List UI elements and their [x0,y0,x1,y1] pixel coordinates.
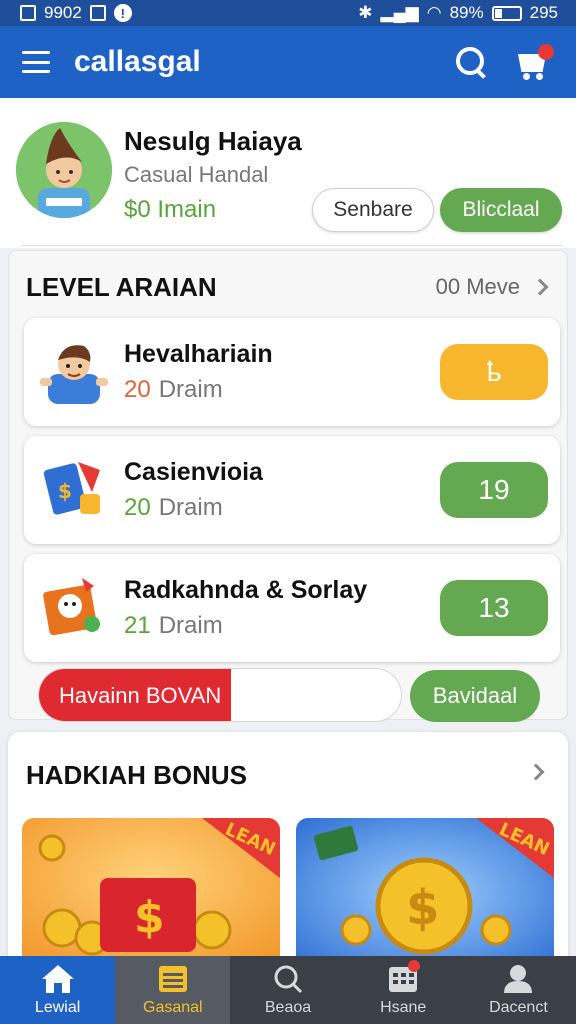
level-card-unit: Draim [158,494,223,521]
divider [22,245,562,246]
profile-name: Nesulg Haiaya [124,126,302,156]
status-number: 295 [529,3,558,22]
nav-label: Hsane [380,999,427,1016]
bonus-card[interactable]: $ LEAN [22,818,280,968]
menu-icon[interactable] [22,51,50,73]
level-card-unit: Draim [158,376,223,403]
profile-card: Nesulg Haiaya Casual Handal $0 Imain Sen… [0,98,576,248]
svg-text:$: $ [58,479,72,503]
search-icon [274,965,303,994]
user-icon [504,965,533,993]
cart-notification-dot [538,44,554,60]
profile-subtitle: Casual Handal [124,162,269,187]
level-card-badge[interactable]: 13 [440,580,548,636]
battery-percent: 89% [449,3,484,22]
cart-icon[interactable] [514,44,554,80]
progress-label: Havainn BOVAN [59,683,222,708]
notification-dot [407,960,420,972]
svg-text:$: $ [406,880,439,936]
nav-label: Gasanal [143,999,203,1016]
level-action-button[interactable]: Bavidaal [410,670,540,722]
profile-secondary-button[interactable]: Senbare [312,188,434,232]
status-bar: 9902 ! ✱ ▂▄▆ ◠ 89% 295 [0,0,576,26]
wifi-icon: ◠ [426,3,442,22]
level-card[interactable]: Hevalhariain 20 Draim ҍ [24,318,560,426]
level-progress-bar: Havainn BOVAN [38,668,402,722]
nav-item-search[interactable]: Beaoa [230,956,345,1024]
level-card[interactable]: Radkahnda & Sorlay 21 Draim 13 [24,554,560,662]
level-card-count: 20 [124,376,151,403]
signal-icon: ▂▄▆ [380,3,419,22]
avatar-illustration [16,122,112,218]
bonus-card[interactable]: $ LEAN [296,818,554,968]
bonus-card-image: $ LEAN [22,818,280,968]
status-left: 9902 ! [20,3,132,23]
notification-icon [20,5,36,21]
level-card-meta: 20 Draim [124,494,223,522]
app-bar: callasgal [0,26,576,98]
level-card[interactable]: $ Casienvioia 20 Draim 19 [24,436,560,544]
bonus-card-image: $ LEAN [296,818,554,968]
battery-icon [491,5,522,21]
bottom-nav: Lewial Gasanal Beaoa Hsane Dacenct [0,956,576,1024]
image-icon [89,5,106,21]
home-icon [41,965,74,993]
avatar[interactable] [16,122,112,218]
level-card-name: Radkahnda & Sorlay [124,576,368,604]
chevron-right-icon [531,278,549,296]
level-card-name: Casienvioia [124,458,263,486]
bonus-section-title: HADKIAH BONUS [26,760,247,790]
search-icon[interactable] [454,45,488,79]
level-section-title: LEVEL ARAIAN [26,272,217,302]
status-time: 9902 [44,3,82,22]
level-card-unit: Draim [158,612,223,639]
level-card-badge[interactable]: ҍ [440,344,548,400]
profile-balance: $0 Imain [124,196,217,223]
status-right: ✱ ▂▄▆ ◠ 89% 295 [358,3,558,23]
app-title: callasgal [74,45,201,78]
level-card-meta: 20 Draim [124,376,223,404]
level-see-more-link[interactable]: 00 Meve [435,274,549,300]
svg-text:$: $ [134,892,165,943]
level-card-count: 20 [124,494,151,521]
nav-item-calendar[interactable]: Gasanal [115,956,231,1024]
nav-label: Dacenct [489,999,548,1016]
character-icon [40,345,108,404]
gift-box-icon [43,578,100,636]
profile-primary-button[interactable]: Blicclaal [440,188,562,232]
level-card-name: Hevalhariain [124,340,273,368]
info-icon: ! [113,4,132,22]
level-card-meta: 21 Draim [124,612,223,640]
level-card-count: 21 [124,612,151,639]
nav-item-grid[interactable]: Hsane [346,956,461,1024]
see-more-label: 00 Meve [435,274,520,299]
level-card-badge[interactable]: 19 [440,462,548,518]
calendar-icon [158,966,187,992]
nav-item-profile[interactable]: Dacenct [461,956,576,1024]
nav-label: Lewial [34,999,81,1016]
card-stack-icon: $ [43,462,100,515]
bluetooth-icon: ✱ [358,3,373,22]
nav-label: Beaoa [264,999,312,1016]
nav-item-home[interactable]: Lewial [0,956,116,1024]
